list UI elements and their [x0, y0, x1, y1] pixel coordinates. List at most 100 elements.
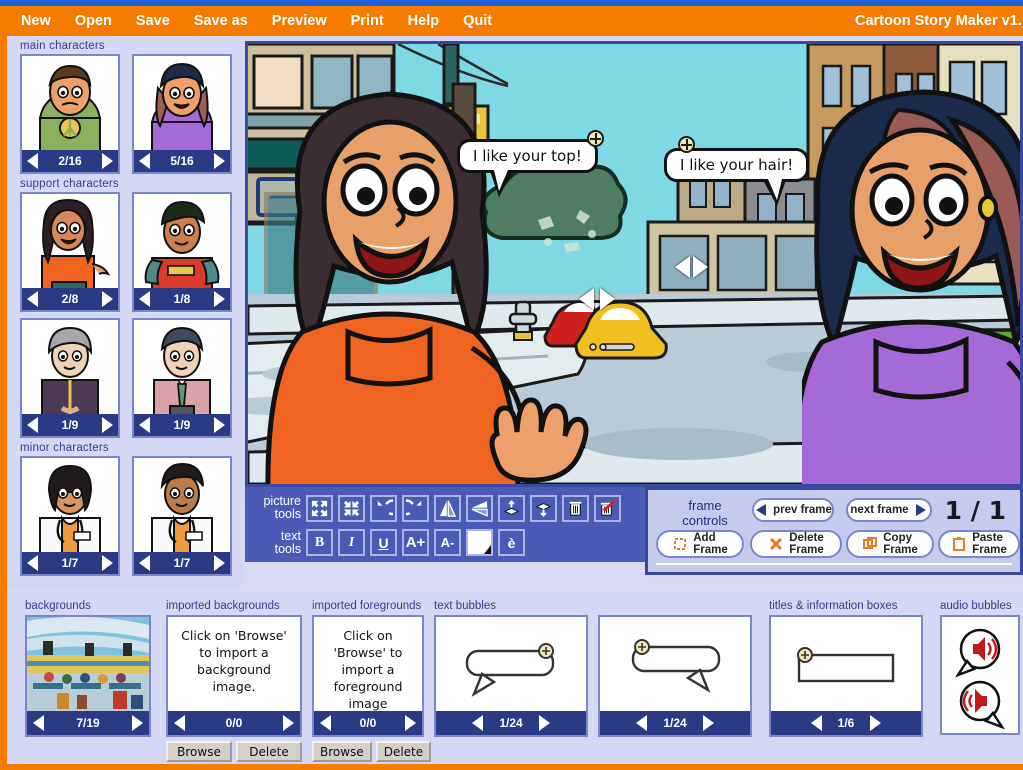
prev-icon[interactable]	[139, 153, 150, 169]
enlarge-icon[interactable]	[306, 494, 333, 522]
imported-background-counter: 0/0	[225, 716, 243, 730]
next-icon[interactable]	[214, 417, 225, 433]
next-icon[interactable]	[102, 291, 113, 307]
add-frame-button[interactable]: Add Frame	[656, 530, 744, 558]
titles-box-counter: 1/6	[837, 716, 855, 730]
prev-icon[interactable]	[810, 715, 822, 731]
paste-frame-button[interactable]: Paste Frame	[938, 530, 1020, 558]
canvas-nav-right-1[interactable]	[600, 288, 615, 310]
text-colour-picker[interactable]	[466, 529, 493, 556]
menu-quit[interactable]: Quit	[454, 11, 501, 31]
menu-save-as[interactable]: Save as	[185, 11, 257, 31]
next-icon[interactable]	[131, 715, 143, 731]
prev-icon[interactable]	[139, 417, 150, 433]
delete-foreground-button[interactable]: Delete	[375, 741, 432, 762]
character-card-minor-2[interactable]: 1/7	[132, 456, 232, 576]
character-card-support-1[interactable]: 2/8	[20, 192, 120, 312]
rotate-left-icon[interactable]	[370, 494, 397, 522]
underline-button[interactable]: U	[370, 529, 397, 556]
bring-to-front-icon[interactable]	[498, 494, 525, 522]
menu-open[interactable]: Open	[66, 11, 121, 31]
prev-icon[interactable]	[27, 291, 38, 307]
text-bubble-card-2[interactable]: 1/24	[598, 615, 752, 737]
add-frame-line1: Add	[693, 532, 716, 544]
delete-frame-line2: Frame	[789, 544, 824, 556]
next-icon[interactable]	[213, 153, 225, 169]
next-icon[interactable]	[214, 555, 225, 571]
next-icon[interactable]	[702, 715, 714, 731]
rotate-right-icon[interactable]	[402, 494, 429, 522]
speech-bubble-1-move-handle[interactable]	[587, 130, 604, 147]
prev-icon[interactable]	[139, 291, 150, 307]
prev-icon[interactable]	[139, 555, 150, 571]
prev-icon[interactable]	[27, 555, 38, 571]
background-card[interactable]: 7/19	[25, 615, 151, 737]
next-icon[interactable]	[101, 153, 113, 169]
increase-font-size-button[interactable]: A+	[402, 529, 429, 556]
menu-print[interactable]: Print	[342, 11, 393, 31]
text-tools-label-line2: tools	[274, 541, 301, 556]
decrease-font-size-button[interactable]: A-	[434, 529, 461, 556]
menu-save[interactable]: Save	[127, 11, 179, 31]
delete-background-button[interactable]: Delete	[236, 741, 302, 762]
delete-frame-button[interactable]: Delete Frame	[750, 530, 842, 558]
speech-bubble-1[interactable]: I like your top!	[457, 139, 598, 197]
character-card-support-3[interactable]: 1/9	[20, 318, 120, 438]
menu-preview[interactable]: Preview	[263, 11, 336, 31]
send-to-back-icon[interactable]	[530, 494, 557, 522]
menu-new[interactable]: New	[12, 11, 60, 31]
prev-icon[interactable]	[472, 715, 484, 731]
speech-bubble-2[interactable]: I like your hair!	[664, 148, 810, 206]
browse-foreground-button[interactable]: Browse	[312, 741, 372, 762]
bold-button[interactable]: B	[306, 529, 333, 556]
prev-icon[interactable]	[174, 715, 185, 731]
delete-all-icon[interactable]	[594, 494, 621, 522]
next-icon[interactable]	[405, 715, 416, 731]
speech-bubble-2-move-handle[interactable]	[678, 136, 695, 153]
shrink-icon[interactable]	[338, 494, 365, 522]
character-card-main-2[interactable]: 5/16	[132, 54, 232, 174]
left-triangle-icon	[754, 503, 768, 517]
prev-frame-button[interactable]: prev frame	[752, 498, 834, 522]
imported-background-card[interactable]: Click on 'Browse' to import a background…	[166, 615, 302, 737]
delete-frame-line1: Delete	[789, 532, 824, 544]
character-card-minor-1[interactable]: 1/7	[20, 456, 120, 576]
text-bubble-counter-2: 1/24	[663, 716, 687, 730]
next-icon[interactable]	[214, 291, 225, 307]
next-icon[interactable]	[538, 715, 550, 731]
paste-frame-label: Paste Frame	[972, 532, 1007, 556]
prev-icon[interactable]	[27, 417, 38, 433]
flip-horizontal-icon[interactable]	[434, 494, 461, 522]
accent-character-button[interactable]: è	[498, 529, 525, 556]
main-characters-row: 2/16 5/16	[20, 54, 245, 174]
delete-icon[interactable]	[562, 494, 589, 522]
canvas-nav-left-2[interactable]	[675, 256, 690, 278]
character-card-main-1[interactable]: 2/16	[20, 54, 120, 174]
titles-box-card[interactable]: 1/6	[769, 615, 923, 737]
next-icon[interactable]	[283, 715, 294, 731]
italic-button[interactable]: I	[338, 529, 365, 556]
story-canvas[interactable]: I like your top! I like your hair!	[245, 41, 1023, 487]
support-characters-row-1: 2/8 1/8	[20, 192, 245, 312]
character-card-support-4[interactable]: 1/9	[132, 318, 232, 438]
copy-frame-button[interactable]: Copy Frame	[846, 530, 934, 558]
prev-icon[interactable]	[636, 715, 648, 731]
next-icon[interactable]	[870, 715, 882, 731]
canvas-nav-right-2[interactable]	[693, 256, 708, 278]
next-frame-button[interactable]: next frame	[846, 498, 932, 522]
menu-help[interactable]: Help	[399, 11, 448, 31]
canvas-nav-left-1[interactable]	[579, 288, 594, 310]
text-bubble-card-1[interactable]: 1/24	[434, 615, 588, 737]
prev-icon[interactable]	[320, 715, 331, 731]
audio-bubbles-card[interactable]	[940, 615, 1020, 735]
next-icon[interactable]	[102, 417, 113, 433]
browse-background-button[interactable]: Browse	[166, 741, 232, 762]
character-nav-minor-2: 1/7	[134, 552, 230, 574]
prev-frame-label: prev frame	[773, 504, 832, 516]
character-card-support-2[interactable]: 1/8	[132, 192, 232, 312]
prev-icon[interactable]	[27, 153, 38, 169]
next-icon[interactable]	[102, 555, 113, 571]
prev-icon[interactable]	[33, 715, 44, 731]
flip-vertical-icon[interactable]	[466, 494, 493, 522]
imported-foreground-card[interactable]: Click on 'Browse' to import a foreground…	[312, 615, 424, 737]
